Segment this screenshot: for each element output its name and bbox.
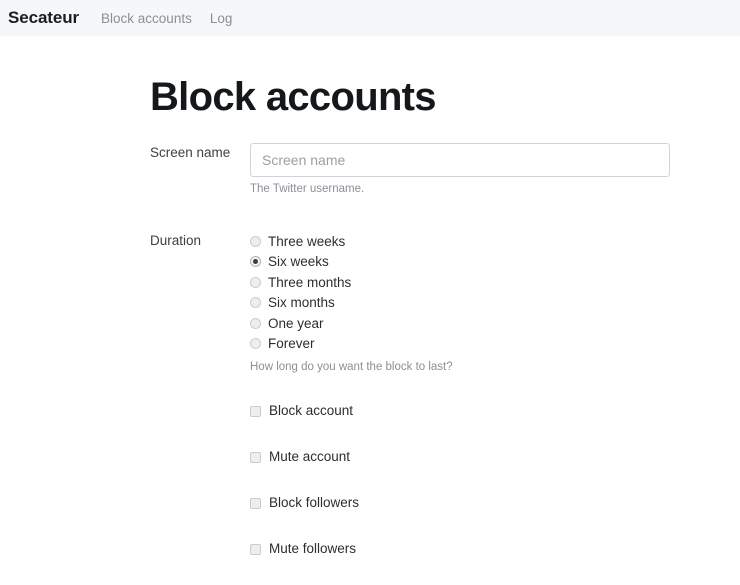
duration-help: How long do you want the block to last? xyxy=(250,361,740,373)
duration-option-label: Three months xyxy=(268,276,351,290)
duration-field-wrap: Three weeks Six weeks Three months Six m… xyxy=(250,231,740,585)
radio-icon[interactable] xyxy=(250,297,261,308)
navbar-links: Block accounts Log xyxy=(101,11,232,26)
checkbox-label: Block followers xyxy=(269,496,359,510)
checkbox-icon[interactable] xyxy=(250,544,261,555)
duration-option-label: Six weeks xyxy=(268,255,329,269)
duration-option-six-months[interactable]: Six months xyxy=(250,293,740,314)
screen-name-field-wrap: The Twitter username. xyxy=(250,143,740,195)
page-title: Block accounts xyxy=(0,36,740,119)
checkbox-label: Mute account xyxy=(269,450,350,464)
checkbox-icon[interactable] xyxy=(250,406,261,417)
screen-name-input[interactable] xyxy=(250,143,670,177)
duration-option-label: One year xyxy=(268,317,324,331)
radio-icon[interactable] xyxy=(250,318,261,329)
block-accounts-form: Screen name The Twitter username. Durati… xyxy=(0,143,740,585)
radio-icon[interactable] xyxy=(250,236,261,247)
duration-label: Duration xyxy=(0,231,250,248)
checkbox-icon[interactable] xyxy=(250,498,261,509)
checkbox-icon[interactable] xyxy=(250,452,261,463)
screen-name-help: The Twitter username. xyxy=(250,183,740,195)
nav-link-log[interactable]: Log xyxy=(210,11,233,26)
duration-radio-group: Three weeks Six weeks Three months Six m… xyxy=(250,231,740,354)
nav-link-block-accounts[interactable]: Block accounts xyxy=(101,11,192,26)
duration-option-forever[interactable]: Forever xyxy=(250,334,740,355)
page-content: Block accounts Screen name The Twitter u… xyxy=(0,36,740,585)
action-checkbox-group: Block account Mute account Block followe… xyxy=(250,401,740,559)
form-row-duration: Duration Three weeks Six weeks Three mon… xyxy=(0,231,740,585)
checkbox-label: Mute followers xyxy=(269,542,356,556)
checkbox-label: Block account xyxy=(269,404,353,418)
radio-icon[interactable] xyxy=(250,338,261,349)
duration-option-label: Six months xyxy=(268,296,335,310)
duration-option-three-months[interactable]: Three months xyxy=(250,272,740,293)
duration-option-three-weeks[interactable]: Three weeks xyxy=(250,231,740,252)
navbar-brand[interactable]: Secateur xyxy=(8,8,79,28)
checkbox-block-account[interactable]: Block account xyxy=(250,401,740,421)
radio-selected-icon[interactable] xyxy=(250,256,261,267)
checkbox-mute-followers[interactable]: Mute followers xyxy=(250,539,740,559)
duration-option-label: Forever xyxy=(268,337,315,351)
navbar: Secateur Block accounts Log xyxy=(0,0,740,36)
form-row-screen-name: Screen name The Twitter username. xyxy=(0,143,740,195)
checkbox-block-followers[interactable]: Block followers xyxy=(250,493,740,513)
duration-option-label: Three weeks xyxy=(268,235,345,249)
checkbox-mute-account[interactable]: Mute account xyxy=(250,447,740,467)
screen-name-label: Screen name xyxy=(0,143,250,160)
duration-option-one-year[interactable]: One year xyxy=(250,313,740,334)
radio-icon[interactable] xyxy=(250,277,261,288)
duration-option-six-weeks[interactable]: Six weeks xyxy=(250,252,740,273)
